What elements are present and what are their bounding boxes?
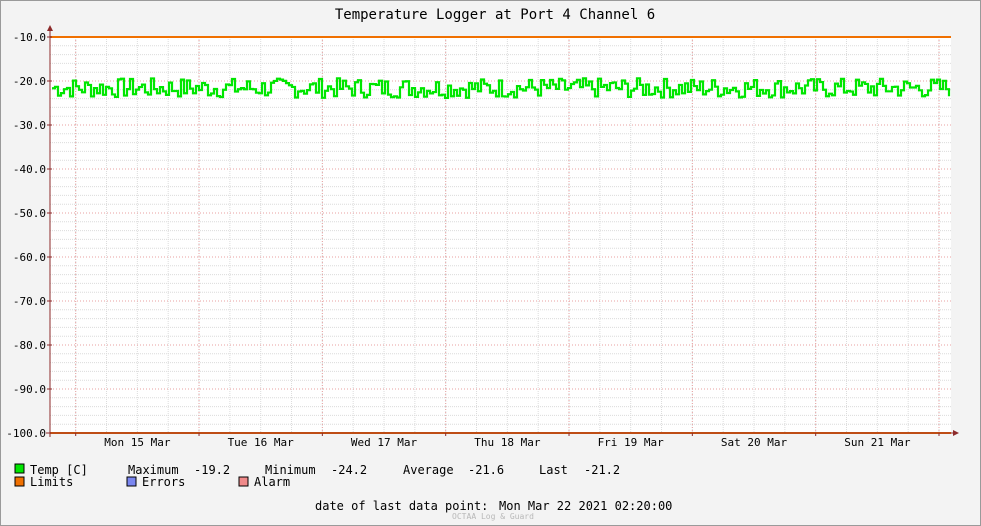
maximum-value: -19.2 — [194, 463, 230, 477]
temp-legend-swatch — [14, 463, 25, 474]
limits-legend-swatch — [14, 476, 25, 487]
last-value: -21.2 — [584, 463, 620, 477]
x-tick-label: Thu 18 Mar — [474, 436, 541, 449]
chart-title: Temperature Logger at Port 4 Channel 6 — [335, 7, 655, 23]
minimum-value: -24.2 — [331, 463, 367, 477]
x-tick-label: Sat 20 Mar — [721, 436, 788, 449]
y-tick-label: -10.0 — [13, 31, 46, 44]
y-tick-label: -50.0 — [13, 207, 46, 220]
errors-legend-swatch — [126, 476, 137, 487]
average-label: Average — [403, 463, 454, 477]
errors-legend-label: Errors — [142, 475, 185, 489]
y-tick-label: -80.0 — [13, 339, 46, 352]
watermark: OCTAA Log & Guard — [452, 512, 534, 521]
last-label: Last — [539, 463, 568, 477]
y-tick-label: -60.0 — [13, 251, 46, 264]
legend: Temp [C] Maximum -19.2 Minimum -24.2 Ave… — [14, 463, 620, 489]
x-tick-label: Fri 19 Mar — [598, 436, 665, 449]
x-axis-ticks: Mon 15 Mar Tue 16 Mar Wed 17 Mar Thu 18 Mar… — [75, 433, 940, 449]
x-tick-label: Mon 15 Mar — [104, 436, 171, 449]
y-tick-label: -40.0 — [13, 163, 46, 176]
y-tick-label: -20.0 — [13, 75, 46, 88]
y-tick-label: -30.0 — [13, 119, 46, 132]
x-tick-label: Tue 16 Mar — [228, 436, 295, 449]
y-tick-label: -100.0 — [6, 427, 46, 440]
average-value: -21.6 — [468, 463, 504, 477]
alarm-legend-swatch — [238, 476, 249, 487]
last-data-point-label: date of last data point: — [315, 499, 488, 513]
limits-legend-label: Limits — [30, 475, 73, 489]
last-data-point-value: Mon Mar 22 2021 02:20:00 — [499, 499, 672, 513]
y-tick-label: -90.0 — [13, 383, 46, 396]
x-axis-arrow — [953, 430, 959, 436]
chart-window: Temperature Logger at Port 4 Channel 6 -… — [0, 0, 981, 526]
x-tick-label: Sun 21 Mar — [844, 436, 911, 449]
y-tick-label: -70.0 — [13, 295, 46, 308]
x-tick-label: Wed 17 Mar — [351, 436, 418, 449]
y-axis-arrow — [47, 25, 53, 31]
alarm-legend-label: Alarm — [254, 475, 290, 489]
temperature-chart: Temperature Logger at Port 4 Channel 6 -… — [6, 7, 959, 521]
y-axis-ticks: -10.0 -20.0 -30.0 -40.0 -50.0 -60.0 -70.0 -80.0… — [6, 31, 52, 440]
